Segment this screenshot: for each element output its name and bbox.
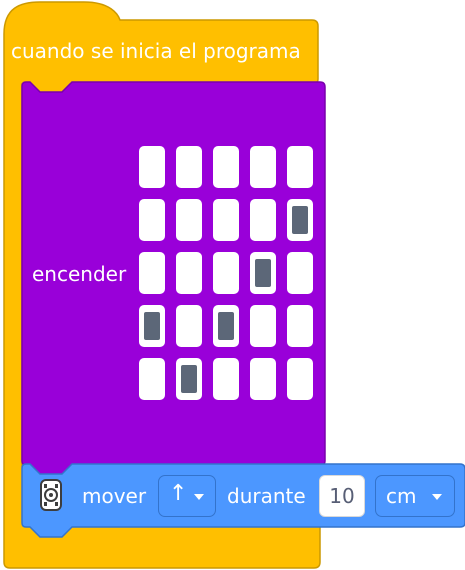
direction-dropdown[interactable]: ↑ xyxy=(158,475,216,517)
light-cell[interactable] xyxy=(213,199,239,241)
move-label: mover xyxy=(82,484,147,508)
direction-value: ↑ xyxy=(169,481,188,506)
light-cell[interactable] xyxy=(213,252,239,294)
light-cell[interactable] xyxy=(287,358,313,400)
hat-block-label: cuando se inicia el programa xyxy=(11,39,301,63)
script-canvas: cuando se inicia el programa encender mo… xyxy=(0,0,465,570)
light-cell[interactable] xyxy=(287,252,313,294)
robot-icon xyxy=(40,479,62,511)
light-cell[interactable] xyxy=(139,252,165,294)
light-cell[interactable] xyxy=(287,305,313,347)
light-cell[interactable] xyxy=(287,146,313,188)
light-cell[interactable] xyxy=(176,305,202,347)
unit-value: cm xyxy=(386,484,417,508)
light-matrix xyxy=(139,146,319,404)
light-cell[interactable] xyxy=(213,358,239,400)
light-cell[interactable] xyxy=(139,305,165,347)
light-cell[interactable] xyxy=(250,358,276,400)
light-cell[interactable] xyxy=(139,146,165,188)
light-cell[interactable] xyxy=(250,146,276,188)
chevron-down-icon xyxy=(432,494,442,500)
light-block-label: encender xyxy=(32,262,127,286)
light-cell[interactable] xyxy=(250,252,276,294)
light-cell[interactable] xyxy=(176,199,202,241)
light-cell[interactable] xyxy=(176,252,202,294)
light-cell[interactable] xyxy=(287,199,313,241)
light-cell[interactable] xyxy=(213,305,239,347)
light-cell[interactable] xyxy=(139,358,165,400)
chevron-down-icon xyxy=(194,494,204,500)
light-cell[interactable] xyxy=(250,199,276,241)
light-cell[interactable] xyxy=(176,146,202,188)
light-cell[interactable] xyxy=(213,146,239,188)
light-cell[interactable] xyxy=(250,305,276,347)
light-cell[interactable] xyxy=(139,199,165,241)
distance-input[interactable]: 10 xyxy=(319,475,365,517)
during-label: durante xyxy=(227,484,306,508)
light-cell[interactable] xyxy=(176,358,202,400)
unit-dropdown[interactable]: cm xyxy=(375,475,455,517)
